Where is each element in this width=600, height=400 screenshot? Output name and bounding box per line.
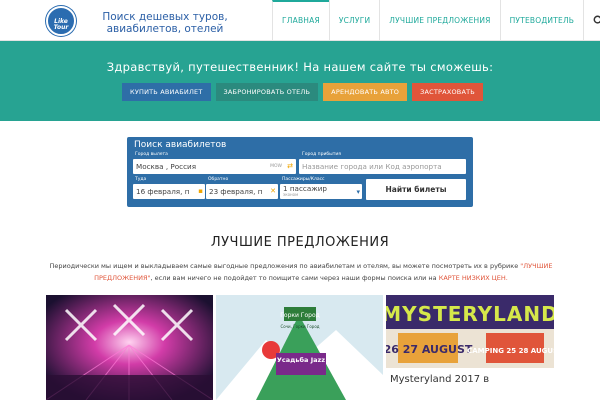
best-offers-title: ЛУЧШИЕ ПРЕДЛОЖЕНИЯ: [210, 235, 390, 250]
poster-title: Усадьба Jazz: [277, 356, 325, 364]
pax-class: эконом: [283, 192, 299, 197]
site-header: Like Tour Поиск дешевых туров, авиабилет…: [0, 0, 600, 41]
depart-value: 16 февраля, п: [136, 187, 190, 196]
calendar-icon: ▪: [198, 187, 203, 195]
nav-item-best-offers[interactable]: ЛУЧШИЕ ПРЕДЛОЖЕНИЯ: [379, 0, 499, 41]
to-input[interactable]: Название города или Код аэропорта: [299, 159, 466, 174]
site-logo[interactable]: Like Tour: [46, 6, 76, 36]
poster-camping: CAMPING 25 28 AUGUST: [467, 347, 554, 355]
offer-card[interactable]: [46, 295, 213, 400]
swap-icon[interactable]: ⇄: [287, 159, 293, 174]
from-input[interactable]: Москва , Россия MOW ⇄: [133, 159, 296, 174]
concert-image: [46, 295, 213, 400]
poster-title: MYSTERYLAND: [386, 302, 554, 326]
clear-date-icon[interactable]: ✕: [270, 184, 276, 199]
from-value: Москва , Россия: [136, 162, 197, 171]
book-hotel-button[interactable]: ЗАБРОНИРОВАТЬ ОТЕЛЬ: [215, 83, 319, 101]
poster-sub: Сочи, Горки Город: [280, 324, 319, 329]
from-code: MOW: [270, 164, 282, 169]
return-date-input[interactable]: 23 февраля, п ✕: [206, 184, 278, 199]
return-value: 23 февраля, п: [209, 187, 263, 196]
chevron-down-icon: ▾: [356, 188, 360, 196]
jazz-poster-image: Горки Город Сочи, Горки Город Усадьба Ja…: [216, 295, 383, 400]
nav-item-guide[interactable]: ПУТЕВОДИТЕЛЬ: [499, 0, 584, 41]
return-label: Обратно: [208, 177, 229, 182]
hero-title: Здравствуй, путешественник! На нашем сай…: [106, 60, 494, 74]
hero-banner: Здравствуй, путешественник! На нашем сай…: [0, 41, 600, 121]
offer-card-caption[interactable]: Mysteryland 2017 в: [386, 368, 554, 400]
depart-label: Туда: [135, 177, 147, 182]
rent-car-button[interactable]: АРЕНДОВАТЬ АВТО: [323, 83, 408, 101]
poster-dates: 26 27 AUGUST: [386, 343, 473, 356]
logo-text: Like Tour: [53, 18, 69, 31]
main-nav: ГЛАВНАЯ УСЛУГИ ЛУЧШИЕ ПРЕДЛОЖЕНИЯ ПУТЕВО…: [272, 0, 600, 41]
low-price-map-link[interactable]: КАРТЕ НИЗКИХ ЦЕН.: [439, 274, 508, 282]
site-title[interactable]: Поиск дешевых туров, авиабилетов, отелей: [80, 11, 250, 35]
search-icon[interactable]: [583, 0, 600, 41]
poster-brand: Горки Город: [280, 312, 320, 319]
desc-text-2: , если вам ничего не подойдет то поищите…: [150, 274, 437, 282]
to-label: Город прибытия: [302, 152, 341, 157]
pax-label: Пассажиры/Класс: [282, 177, 325, 182]
passengers-select[interactable]: 1 пассажир эконом ▾: [280, 184, 362, 199]
hero-buttons: КУПИТЬ АВИАБИЛЕТ ЗАБРОНИРОВАТЬ ОТЕЛЬ АРЕ…: [122, 83, 483, 101]
from-label: Город вылета: [135, 152, 168, 157]
offer-card[interactable]: MYSTERYLAND 26 27 AUGUST CAMPING 25 28 A…: [386, 295, 554, 400]
offer-card[interactable]: Горки Город Сочи, Горки Город Усадьба Ja…: [216, 295, 383, 400]
nav-item-services[interactable]: УСЛУГИ: [328, 0, 379, 41]
flight-search-form: Поиск авиабилетов Город вылета Москва , …: [127, 137, 473, 207]
buy-ticket-button[interactable]: КУПИТЬ АВИАБИЛЕТ: [122, 83, 211, 101]
insurance-button[interactable]: ЗАСТРАХОВАТЬ: [412, 83, 483, 101]
desc-text-1: Периодически мы ищем и выкладываем самые…: [49, 262, 519, 270]
find-tickets-button[interactable]: Найти билеты: [366, 179, 466, 200]
nav-item-home[interactable]: ГЛАВНАЯ: [272, 0, 329, 41]
depart-date-input[interactable]: 16 февраля, п ▪: [133, 184, 205, 199]
mysteryland-poster-image: MYSTERYLAND 26 27 AUGUST CAMPING 25 28 A…: [386, 295, 554, 368]
to-placeholder: Название города или Код аэропорта: [302, 162, 442, 171]
search-form-title: Поиск авиабилетов: [134, 140, 227, 150]
best-offers-description: Периодически мы ищем и выкладываем самые…: [46, 260, 556, 284]
